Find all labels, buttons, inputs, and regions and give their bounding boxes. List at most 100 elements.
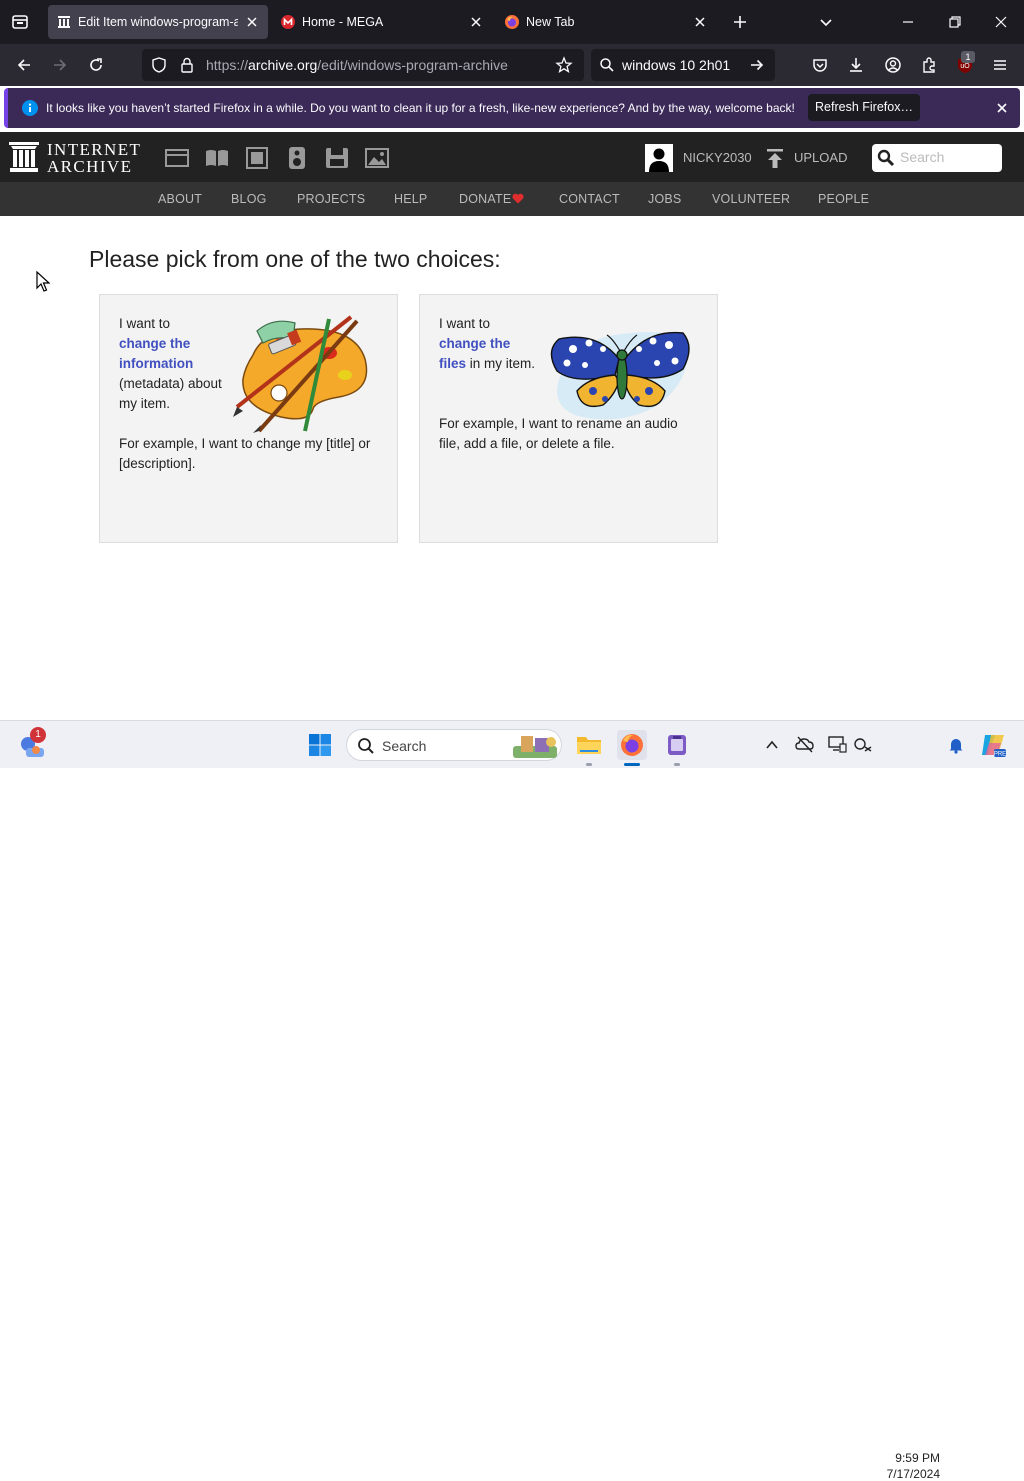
minimize-icon[interactable] — [898, 12, 918, 32]
audio-icon[interactable] — [284, 146, 310, 170]
avatar[interactable] — [645, 144, 673, 172]
go-arrow-icon[interactable] — [748, 56, 766, 74]
menu-help[interactable]: HELP — [394, 192, 427, 206]
ia-search-box[interactable] — [872, 144, 1002, 172]
software-icon[interactable] — [324, 146, 350, 170]
tab-title: Home - MEGA — [302, 15, 384, 29]
change-files-card[interactable]: I want to change the files in my item. F… — [419, 294, 718, 543]
images-icon[interactable] — [364, 146, 390, 170]
url-host: archive.org — [248, 57, 318, 73]
ia-logo-line2[interactable]: ARCHIVE — [47, 157, 132, 177]
menu-about[interactable]: ABOUT — [158, 192, 202, 206]
clock-date[interactable]: 7/17/2024 — [870, 1467, 940, 1481]
taskbar-search[interactable]: Search — [346, 729, 562, 761]
restore-icon[interactable] — [945, 12, 965, 32]
windows-start-icon[interactable] — [308, 733, 332, 757]
menu-people[interactable]: PEOPLE — [818, 192, 869, 206]
new-tab-icon[interactable] — [730, 12, 750, 32]
card-example: For example, I want to change my [title]… — [119, 436, 371, 471]
app-running-indicator — [674, 763, 680, 766]
menu-blog[interactable]: BLOG — [231, 192, 267, 206]
navigation-toolbar: https://archive.org/edit/windows-program… — [0, 44, 1024, 86]
internet-archive-icon — [57, 15, 71, 29]
network-icon[interactable] — [853, 735, 873, 753]
tab-mega[interactable]: Home - MEGA — [272, 5, 494, 39]
app-running-indicator — [586, 763, 592, 766]
close-tab-icon[interactable] — [692, 14, 708, 30]
firefox-taskbar-icon[interactable] — [617, 730, 647, 760]
butterfly-icon — [545, 311, 695, 427]
search-value[interactable]: windows 10 2h01 — [622, 57, 730, 73]
url-protocol: https:// — [206, 57, 249, 73]
paint-palette-icon — [233, 313, 373, 433]
show-hidden-icons-icon[interactable] — [764, 737, 780, 753]
account-icon[interactable] — [883, 55, 903, 75]
search-highlight-icon — [511, 732, 559, 760]
downloads-icon[interactable] — [846, 55, 866, 75]
change-information-link[interactable]: change the information — [119, 336, 193, 371]
onedrive-offline-icon[interactable] — [795, 735, 815, 753]
hamburger-menu-icon[interactable] — [990, 55, 1010, 75]
search-icon — [599, 57, 615, 73]
extension-badge: 1 — [961, 51, 975, 63]
extensions-icon[interactable] — [919, 55, 939, 75]
close-window-icon[interactable] — [991, 12, 1011, 32]
texts-icon[interactable] — [204, 146, 230, 170]
web-icon[interactable] — [164, 146, 190, 170]
ia-top-nav: INTERNET ARCHIVE NICKY2030 UPLOAD — [0, 132, 1024, 182]
change-metadata-card[interactable]: I want to change the information (metada… — [99, 294, 398, 543]
firefox-icon — [505, 15, 519, 29]
file-explorer-icon[interactable] — [574, 730, 604, 760]
tab-title: New Tab — [526, 15, 575, 29]
notification-bell-icon[interactable] — [947, 736, 965, 754]
search-icon[interactable] — [877, 149, 895, 167]
close-tab-icon[interactable] — [244, 14, 260, 30]
search-icon — [357, 737, 375, 755]
back-icon[interactable] — [14, 55, 34, 75]
ia-search-input[interactable] — [900, 149, 996, 165]
menu-contact[interactable]: CONTACT — [559, 192, 620, 206]
close-tab-icon[interactable] — [468, 14, 484, 30]
page-title: Please pick from one of the two choices: — [89, 246, 501, 272]
tracking-protection-icon[interactable] — [150, 56, 168, 74]
firefox-view-icon[interactable] — [10, 12, 30, 32]
upload-link[interactable]: UPLOAD — [794, 150, 847, 165]
url-text[interactable]: https://archive.org/edit/windows-program… — [206, 57, 508, 73]
url-path: /edit/windows-program-archive — [317, 57, 508, 73]
tab-new-tab[interactable]: New Tab — [496, 5, 718, 39]
forward-icon[interactable] — [50, 55, 70, 75]
video-icon[interactable] — [244, 146, 270, 170]
heart-icon[interactable] — [512, 193, 524, 204]
taskbar-search-label: Search — [382, 738, 427, 754]
copilot-icon[interactable]: PRE — [979, 731, 1007, 759]
username[interactable]: NICKY2030 — [683, 150, 752, 165]
menu-projects[interactable]: PROJECTS — [297, 192, 365, 206]
tab-title: Edit Item windows-program-archive — [78, 15, 238, 29]
list-all-tabs-icon[interactable] — [816, 12, 836, 32]
close-notification-icon[interactable] — [994, 100, 1010, 116]
search-bar[interactable]: windows 10 2h01 — [591, 49, 775, 81]
browser-tab-bar: Edit Item windows-program-archive Home -… — [0, 0, 1024, 44]
ia-logo-icon[interactable] — [9, 141, 39, 173]
mega-icon — [281, 15, 295, 29]
card-intro: I want to — [119, 316, 171, 331]
windows-taskbar: 1 Search 9:59 PM 7/17/2024 PRE — [0, 720, 1024, 1481]
bookmark-star-icon[interactable] — [555, 56, 573, 74]
pocket-icon[interactable] — [810, 55, 830, 75]
lock-icon[interactable] — [178, 56, 196, 74]
address-bar[interactable]: https://archive.org/edit/windows-program… — [142, 49, 584, 81]
refresh-firefox-button[interactable]: Refresh Firefox… — [808, 94, 920, 121]
card-intro: I want to — [439, 316, 491, 331]
menu-donate[interactable]: DONATE — [459, 192, 511, 206]
reload-icon[interactable] — [86, 55, 106, 75]
app-installer-icon[interactable] — [662, 730, 692, 760]
card-rest: (metadata) about my item. — [119, 376, 222, 411]
menu-volunteer[interactable]: VOLUNTEER — [712, 192, 790, 206]
tab-edit-item[interactable]: Edit Item windows-program-archive — [48, 5, 268, 39]
card-rest: in my item. — [469, 356, 536, 371]
clock-time[interactable]: 9:59 PM — [880, 1451, 940, 1465]
display-icon[interactable] — [827, 735, 847, 753]
card-description: I want to change the information (metada… — [119, 314, 229, 414]
upload-icon[interactable] — [765, 147, 785, 169]
menu-jobs[interactable]: JOBS — [648, 192, 681, 206]
